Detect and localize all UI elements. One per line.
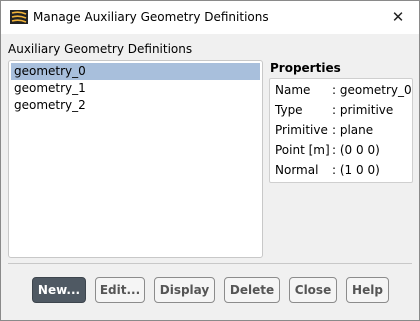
list-item[interactable]: geometry_2: [11, 97, 260, 114]
edit-button[interactable]: Edit...: [95, 277, 145, 303]
property-value-point: : (0 0 0): [332, 143, 380, 157]
dialog-window: Manage Auxiliary Geometry Definitions ✕ …: [0, 0, 420, 321]
window-title: Manage Auxiliary Geometry Definitions: [33, 10, 269, 24]
properties-title: Properties: [270, 61, 341, 75]
property-value-normal: : (1 0 0): [332, 163, 380, 177]
display-button[interactable]: Display: [154, 277, 215, 303]
property-key-normal: Normal: [275, 163, 319, 177]
close-icon[interactable]: ✕: [385, 4, 411, 30]
title-bar[interactable]: Manage Auxiliary Geometry Definitions ✕: [1, 1, 419, 34]
list-item[interactable]: geometry_0: [11, 63, 260, 80]
help-button[interactable]: Help: [346, 277, 389, 303]
property-key-name: Name: [275, 83, 311, 97]
property-value-name: : geometry_0: [332, 83, 412, 97]
property-value-primitive: : plane: [332, 123, 374, 137]
delete-button[interactable]: Delete: [224, 277, 280, 303]
close-button[interactable]: Close: [289, 277, 337, 303]
fluent-app-icon: [10, 10, 28, 24]
property-key-primitive: Primitive: [275, 123, 328, 137]
button-separator: [8, 263, 412, 264]
list-item[interactable]: geometry_1: [11, 80, 260, 97]
new-button[interactable]: New...: [32, 277, 86, 303]
property-key-type: Type: [275, 103, 303, 117]
property-key-point: Point [m]: [275, 143, 330, 157]
geometry-listbox[interactable]: geometry_0 geometry_1 geometry_2: [8, 60, 263, 258]
property-value-type: : primitive: [332, 103, 394, 117]
properties-panel: Name : geometry_0 Type : primitive Primi…: [269, 78, 413, 183]
list-label: Auxiliary Geometry Definitions: [8, 42, 193, 56]
